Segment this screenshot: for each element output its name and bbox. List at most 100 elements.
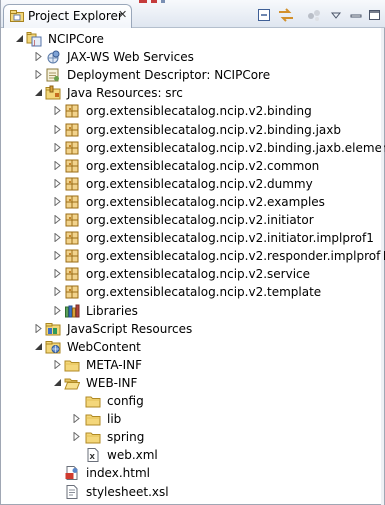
tree-item-lib[interactable]: lib xyxy=(1,410,385,428)
tree-item-stylesheet-xsl[interactable]: stylesheet.xsl xyxy=(1,483,385,501)
tree-item-org-extensiblecatalog-ncip-v2-binding[interactable]: org.extensiblecatalog.ncip.v2.binding xyxy=(1,102,385,120)
tree-item-org-extensiblecatalog-ncip-v2-examples[interactable]: org.extensiblecatalog.ncip.v2.examples xyxy=(1,193,385,211)
collapse-all-icon[interactable] xyxy=(255,7,273,23)
html-file-icon xyxy=(65,466,78,481)
tree-item-label: org.extensiblecatalog.ncip.v2.initiator.… xyxy=(86,231,374,246)
close-icon[interactable]: ✕ xyxy=(118,8,127,21)
tree-item-label: org.extensiblecatalog.ncip.v2.binding xyxy=(86,104,312,119)
collapsed-arrow-icon[interactable] xyxy=(53,251,62,261)
tree-item-ncipcore[interactable]: J NCIPCore xyxy=(1,30,385,48)
tree-item-javascript-resources[interactable]: JavaScript Resources xyxy=(1,320,385,338)
tree-item-web-inf[interactable]: WEB-INF xyxy=(1,374,385,392)
tree-item-spring[interactable]: spring xyxy=(1,428,385,446)
tree-item-org-extensiblecatalog-ncip-v2-dummy[interactable]: org.extensiblecatalog.ncip.v2.dummy xyxy=(1,175,385,193)
tree-item-web-xml[interactable]: Xweb.xml xyxy=(1,446,385,464)
expanded-arrow-icon[interactable] xyxy=(34,88,43,97)
tree-item-org-extensiblecatalog-ncip-v2-service[interactable]: org.extensiblecatalog.ncip.v2.service xyxy=(1,265,385,283)
tree-item-index-html[interactable]: index.html xyxy=(1,464,385,482)
tree-item-label: org.extensiblecatalog.ncip.v2.responder.… xyxy=(86,249,385,264)
javascript-resources-icon xyxy=(45,322,61,336)
tree-item-webcontent[interactable]: WebContent xyxy=(1,338,385,356)
collapsed-arrow-icon[interactable] xyxy=(53,196,62,206)
xsl-file-icon xyxy=(66,484,78,499)
tree-item-libraries[interactable]: Libraries xyxy=(1,302,385,320)
tree-item-org-extensiblecatalog-ncip-v2-binding-jaxb[interactable]: org.extensiblecatalog.ncip.v2.binding.ja… xyxy=(1,121,385,139)
web-services-icon xyxy=(47,50,60,64)
tree-item-org-extensiblecatalog-ncip-v2-binding-jaxb-elements[interactable]: org.extensiblecatalog.ncip.v2.binding.ja… xyxy=(1,139,385,157)
link-with-editor-icon[interactable] xyxy=(277,7,295,23)
tree-item-label: Java Resources: src xyxy=(67,86,183,101)
collapsed-arrow-icon[interactable] xyxy=(53,359,62,369)
tree-item-org-extensiblecatalog-ncip-v2-template[interactable]: org.extensiblecatalog.ncip.v2.template xyxy=(1,283,385,301)
tab-label: Project Explorer xyxy=(28,9,123,23)
collapsed-arrow-icon[interactable] xyxy=(53,106,62,116)
collapsed-arrow-icon[interactable] xyxy=(34,52,43,62)
expanded-arrow-icon[interactable] xyxy=(15,34,24,43)
expanded-arrow-icon[interactable] xyxy=(53,378,62,387)
maximize-icon[interactable] xyxy=(366,7,384,23)
project-icon: J xyxy=(26,32,42,47)
tree-item-label: org.extensiblecatalog.ncip.v2.common xyxy=(86,158,320,173)
tree-item-label: org.extensiblecatalog.ncip.v2.service xyxy=(86,267,311,282)
package-icon xyxy=(65,285,79,299)
collapsed-arrow-icon[interactable] xyxy=(72,414,81,424)
tree-item-label: JAX-WS Web Services xyxy=(67,50,194,65)
collapsed-arrow-icon[interactable] xyxy=(34,323,43,333)
package-icon xyxy=(65,231,79,245)
tree-item-label: org.extensiblecatalog.ncip.v2.binding.ja… xyxy=(86,140,385,155)
tree-item-jax-ws-web-services[interactable]: JAX-WS Web Services xyxy=(1,48,385,66)
tree-item-label: org.extensiblecatalog.ncip.v2.initiator xyxy=(86,213,314,227)
tree-item-label: WEB-INF xyxy=(86,375,138,390)
svg-text:J: J xyxy=(33,40,36,47)
collapsed-arrow-icon[interactable] xyxy=(72,432,81,442)
filter-icon[interactable] xyxy=(305,7,323,23)
tree-item-java-resources-src[interactable]: Java Resources: src xyxy=(1,84,385,102)
tree-item-label: lib xyxy=(107,412,122,427)
tree-item-label: org.extensiblecatalog.ncip.v2.dummy xyxy=(86,176,313,191)
collapsed-arrow-icon[interactable] xyxy=(53,178,62,188)
tree-item-label: org.extensiblecatalog.ncip.v2.template xyxy=(86,285,322,300)
java-resources-icon xyxy=(45,85,61,100)
collapsed-arrow-icon[interactable] xyxy=(53,160,62,170)
expanded-arrow-icon[interactable] xyxy=(34,342,43,351)
tree-item-label: Deployment Descriptor: NCIPCore xyxy=(67,68,271,83)
tree-item-label: org.extensiblecatalog.ncip.v2.binding.ja… xyxy=(86,122,341,137)
view-menu-icon[interactable] xyxy=(327,7,345,23)
tree-item-label: JavaScript Resources xyxy=(67,321,193,336)
tree-item-label: WebContent xyxy=(67,339,141,354)
folder-open-icon xyxy=(64,378,80,390)
collapsed-arrow-icon[interactable] xyxy=(53,215,62,224)
tree-item-label: org.extensiblecatalog.ncip.v2.examples xyxy=(86,194,325,209)
tree-item-label: stylesheet.xsl xyxy=(86,484,169,499)
project-explorer-icon xyxy=(10,10,24,22)
collapsed-arrow-icon[interactable] xyxy=(34,70,43,80)
tree-item-org-extensiblecatalog-ncip-v2-responder-implprof1[interactable]: org.extensiblecatalog.ncip.v2.responder.… xyxy=(1,247,385,265)
collapsed-arrow-icon[interactable] xyxy=(53,305,62,315)
minimize-icon[interactable] xyxy=(347,7,365,23)
tree-item-meta-inf[interactable]: META-INF xyxy=(1,356,385,374)
collapsed-arrow-icon[interactable] xyxy=(53,233,62,243)
tree-item-config[interactable]: config xyxy=(1,392,385,410)
collapsed-arrow-icon[interactable] xyxy=(53,124,62,134)
tree-item-org-extensiblecatalog-ncip-v2-common[interactable]: org.extensiblecatalog.ncip.v2.common xyxy=(1,157,385,175)
folder-icon xyxy=(85,432,101,444)
tree-item-label: web.xml xyxy=(107,448,158,463)
collapsed-arrow-icon[interactable] xyxy=(53,269,62,279)
view-header: Project Explorer ✕ xyxy=(1,0,385,28)
package-icon xyxy=(65,177,79,191)
collapsed-arrow-icon[interactable] xyxy=(53,142,62,152)
svg-text:X: X xyxy=(90,453,96,461)
tree-item-label: index.html xyxy=(86,466,150,481)
tree-item-label: spring xyxy=(107,430,145,445)
tab-project-explorer[interactable]: Project Explorer ✕ xyxy=(3,4,132,28)
tree-item-org-extensiblecatalog-ncip-v2-initiator[interactable]: org.extensiblecatalog.ncip.v2.initiator xyxy=(1,211,385,229)
partial-tab-edge xyxy=(139,0,165,3)
libraries-icon xyxy=(65,304,80,317)
package-icon xyxy=(65,213,79,227)
tree-item-deployment-descriptor-ncipcore[interactable]: Deployment Descriptor: NCIPCore xyxy=(1,66,385,84)
tree-item-label: config xyxy=(107,394,144,408)
collapsed-arrow-icon[interactable] xyxy=(53,287,62,297)
view-right-edge xyxy=(381,28,384,505)
tree-item-org-extensiblecatalog-ncip-v2-initiator-implprof1[interactable]: org.extensiblecatalog.ncip.v2.initiator.… xyxy=(1,229,385,247)
xml-file-icon: X xyxy=(87,448,99,463)
